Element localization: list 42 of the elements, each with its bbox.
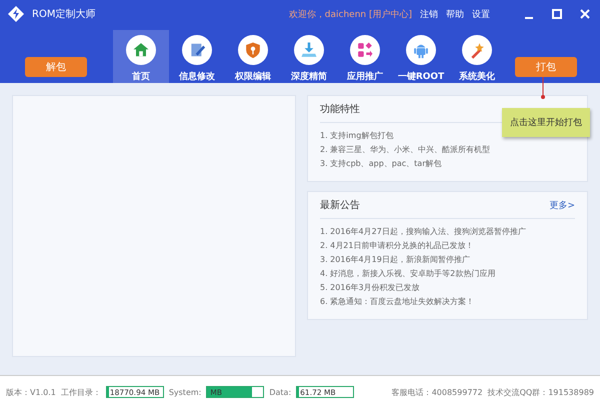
news-item[interactable]: 6. 紧急通知：百度云盘地址失效解决方案！ [320, 295, 575, 309]
user-greeting-link[interactable]: 欢迎你，daichenn [用户中心] [288, 8, 412, 20]
menu-link[interactable]: 注销 [420, 8, 438, 20]
nav-tab[interactable]: 首页 [113, 30, 169, 83]
shield-icon [238, 35, 268, 65]
close-icon[interactable] [578, 7, 592, 21]
menu-link[interactable]: 帮助 [446, 8, 464, 20]
meter-label: Data: [269, 388, 292, 396]
window-title: ROM定制大师 [32, 8, 96, 21]
news-item[interactable]: 2. 4月21日前申请积分兑换的礼品已发放！ [320, 239, 575, 253]
qq-group-label: 技术交流QQ群：191538989 [488, 386, 594, 398]
feature-item: 3. 支持cpb、app、pac、tar解包 [320, 158, 442, 170]
maximize-icon[interactable] [550, 7, 564, 21]
news-item[interactable]: 1. 2016年4月27日起，搜狗输入法、搜狗浏览器暂停推广 [320, 225, 575, 239]
news-item[interactable]: 5. 2016年3月份积发已发放 [320, 281, 575, 295]
pencil-icon [182, 35, 212, 65]
meter-label: System: [168, 388, 202, 396]
shapes-icon [350, 35, 380, 65]
nav-tab[interactable]: 深度精简 [281, 30, 337, 83]
nav-tab[interactable]: 系统美化 [449, 30, 505, 83]
house-icon [126, 35, 156, 65]
nav-tab[interactable]: 应用推广 [337, 30, 393, 83]
news-item[interactable]: 3. 2016年4月19日起，新浪新闻暂停推广 [320, 253, 575, 267]
phone-label: 客服电话：4008599772 [392, 386, 483, 398]
nav-tab[interactable]: 权限编辑 [225, 30, 281, 83]
nav-tab[interactable]: 信息修改 [169, 30, 225, 83]
version-label: 版本：V1.0.1 [6, 386, 56, 398]
tooltip: 点击这里开始打包 [502, 108, 590, 137]
download-icon [294, 35, 324, 65]
panel-title: 功能特性 [320, 102, 360, 116]
feature-item: 1. 支持img解包打包 [320, 130, 394, 142]
meter-label: 工作目录： [60, 386, 101, 398]
feature-item: 2. 兼容三星、华为、小米、中兴、酷派所有机型 [320, 144, 492, 156]
leader-line [541, 77, 545, 99]
android-robot-icon [406, 35, 436, 65]
logo-icon [8, 6, 24, 22]
nav-tab[interactable]: 一键ROOT [393, 30, 449, 83]
magic-wand-icon [462, 35, 492, 65]
menu-link[interactable]: 设置 [472, 8, 490, 20]
panel-title: 最新公告 [320, 198, 360, 212]
more-link[interactable]: 更多> [549, 198, 575, 212]
news-item[interactable]: 4. 好消息，新接入乐视、安卓助手等2款热门应用 [320, 267, 575, 281]
